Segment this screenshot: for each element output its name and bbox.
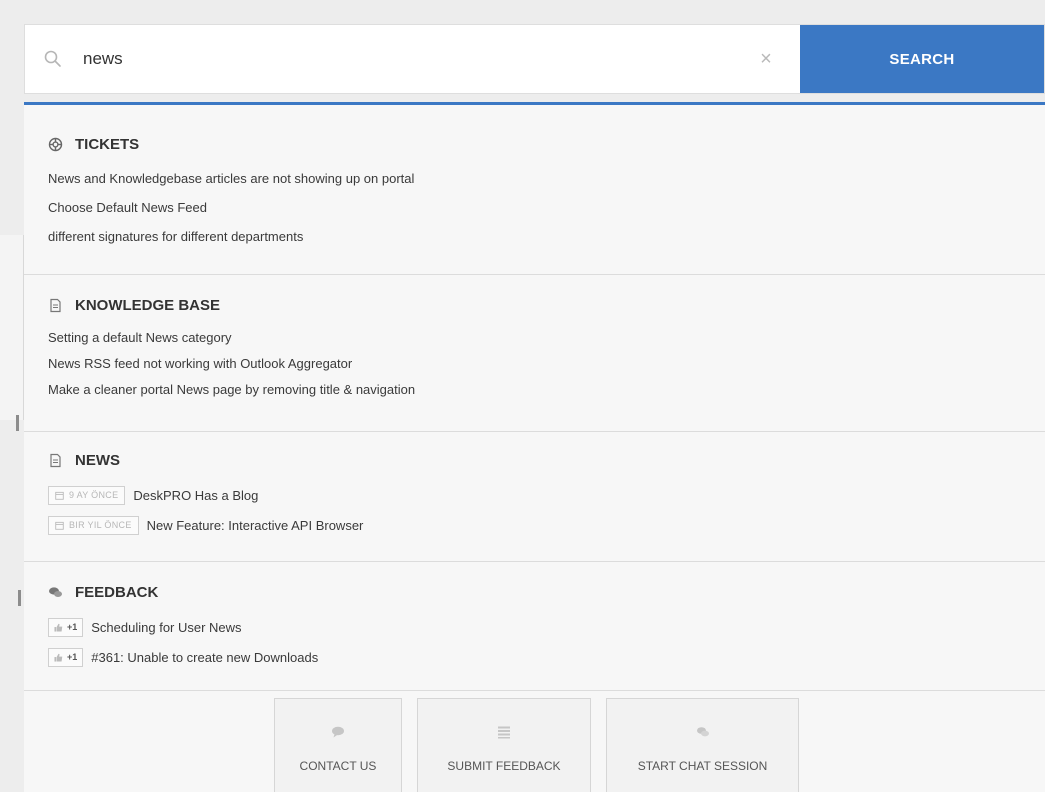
feedback-title[interactable]: Scheduling for User News: [91, 620, 241, 635]
chat-bubbles-icon: [49, 586, 62, 597]
article-result[interactable]: Make a cleaner portal News page by remov…: [48, 377, 1045, 403]
search-results-panel: TICKETS News and Knowledgebase articles …: [24, 102, 1045, 792]
vote-count: +1: [67, 652, 78, 662]
contact-us-label: CONTACT US: [299, 759, 377, 773]
ticket-result[interactable]: News and Knowledgebase articles are not …: [48, 164, 1045, 193]
search-bar: × SEARCH: [24, 24, 1045, 94]
section-header: NEWS: [48, 451, 1045, 469]
article-result[interactable]: Setting a default News category: [48, 325, 1045, 351]
background-mark: [16, 415, 19, 431]
news-result: BIR YIL ÖNCE New Feature: Interactive AP…: [48, 510, 1045, 540]
calendar-icon: [55, 491, 64, 500]
feedback-result: +1 Scheduling for User News: [48, 612, 1045, 642]
ticket-result[interactable]: different signatures for different depar…: [48, 222, 1045, 251]
news-section: NEWS 9 AY ÖNCE DeskPRO Has a Blog BIR YI…: [24, 432, 1045, 562]
document-icon: [50, 298, 61, 312]
date-badge-label: 9 AY ÖNCE: [69, 490, 119, 500]
news-title[interactable]: DeskPRO Has a Blog: [133, 488, 258, 503]
submit-feedback-label: SUBMIT FEEDBACK: [447, 759, 561, 773]
contact-us-button[interactable]: CONTACT US: [274, 698, 402, 792]
vote-count: +1: [67, 622, 78, 632]
date-badge: 9 AY ÖNCE: [48, 485, 126, 505]
news-result: 9 AY ÖNCE DeskPRO Has a Blog: [48, 480, 1045, 510]
chat-bubbles-icon: [696, 727, 709, 737]
list-icon: [498, 726, 510, 739]
start-chat-session-label: START CHAT SESSION: [637, 759, 768, 773]
page: × SEARCH TICKETS News and Knowledgebase …: [0, 0, 1045, 792]
section-header: TICKETS: [48, 135, 1045, 153]
date-badge-label: BIR YIL ÖNCE: [69, 520, 132, 530]
section-title-news: NEWS: [75, 451, 120, 469]
tickets-section: TICKETS News and Knowledgebase articles …: [24, 105, 1045, 275]
section-title-feedback: FEEDBACK: [75, 583, 159, 601]
calendar-icon: [55, 521, 64, 530]
section-header: FEEDBACK: [48, 583, 1045, 601]
vote-button[interactable]: +1: [48, 617, 84, 637]
ticket-result[interactable]: Choose Default News Feed: [48, 193, 1045, 222]
lifebuoy-icon: [48, 137, 63, 151]
vote-button[interactable]: +1: [48, 647, 84, 667]
section-title-knowledge-base: KNOWLEDGE BASE: [75, 296, 221, 314]
thumbs-up-icon: [54, 623, 63, 632]
search-icon: [44, 50, 61, 67]
thumbs-up-icon: [54, 653, 63, 662]
feedback-result: +1 #361: Unable to create new Downloads: [48, 642, 1045, 672]
feedback-title[interactable]: #361: Unable to create new Downloads: [91, 650, 318, 665]
background-page: [0, 235, 24, 431]
search-input[interactable]: [25, 25, 800, 93]
feedback-section: FEEDBACK +1 Scheduling for User News +1 …: [24, 562, 1045, 691]
speech-bubble-icon: [332, 726, 344, 738]
background-mark: [18, 590, 21, 606]
clear-icon[interactable]: ×: [756, 49, 776, 69]
section-title-tickets: TICKETS: [75, 135, 140, 153]
submit-feedback-button[interactable]: SUBMIT FEEDBACK: [417, 698, 591, 792]
action-buttons: CONTACT US SUBMIT FEEDBACK START CHAT SE…: [274, 698, 814, 792]
document-icon: [50, 453, 61, 467]
article-result[interactable]: News RSS feed not working with Outlook A…: [48, 351, 1045, 377]
section-header: KNOWLEDGE BASE: [48, 296, 1045, 314]
knowledge-base-section: KNOWLEDGE BASE Setting a default News ca…: [24, 275, 1045, 432]
date-badge: BIR YIL ÖNCE: [48, 515, 139, 535]
search-field: ×: [25, 25, 800, 93]
news-title[interactable]: New Feature: Interactive API Browser: [147, 518, 364, 533]
search-button[interactable]: SEARCH: [800, 25, 1044, 93]
start-chat-session-button[interactable]: START CHAT SESSION: [606, 698, 799, 792]
